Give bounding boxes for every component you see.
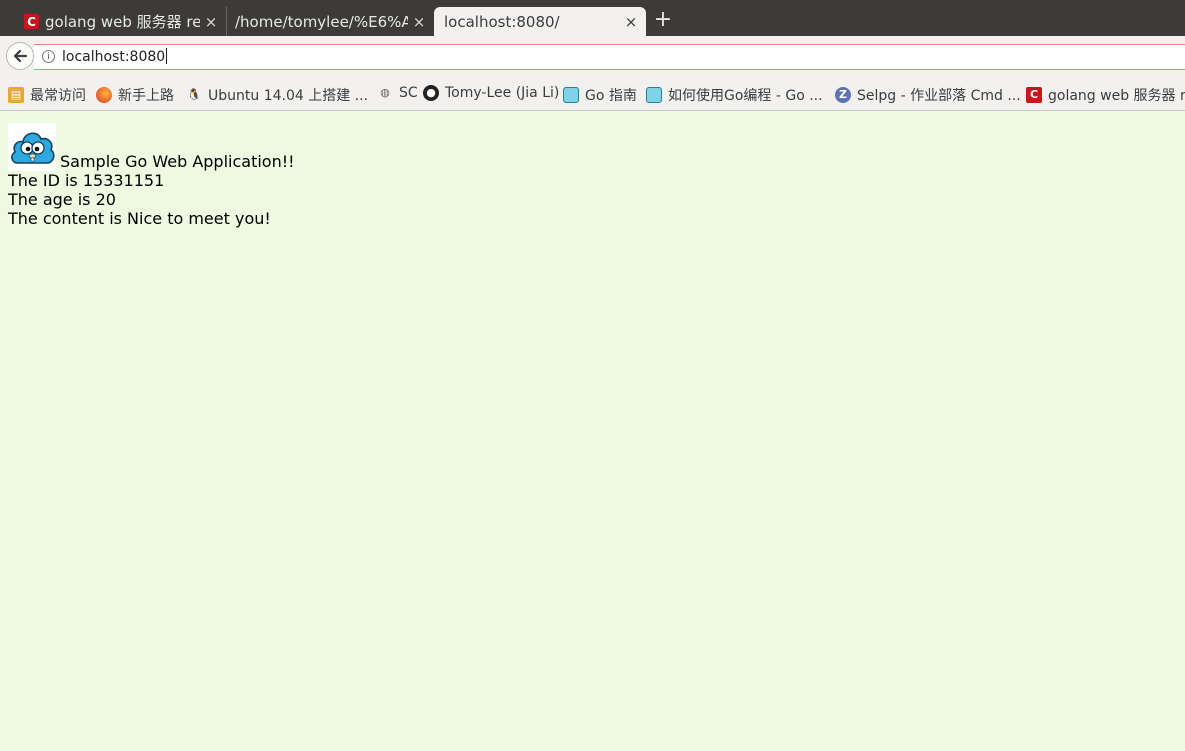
tab-home-tomylee[interactable]: /home/tomylee/%E6%A1% × [226, 7, 432, 36]
bookmark-how-to-go[interactable]: 如何使用Go编程 - Go ... [646, 85, 823, 105]
bookmark-label: Go 指南 [585, 88, 637, 104]
close-icon[interactable]: × [204, 13, 218, 31]
bookmark-label: Ubuntu 14.04 上搭建 ... [208, 88, 369, 104]
back-button[interactable] [6, 42, 34, 70]
bookmark-ubuntu[interactable]: 🐧 Ubuntu 14.04 上搭建 ... [186, 85, 368, 105]
close-icon[interactable]: × [624, 13, 638, 31]
id-text: The ID is 15331151 [8, 171, 165, 190]
age-text: The age is 20 [8, 190, 116, 209]
gopher-icon [646, 87, 662, 103]
tab-golang-web[interactable]: C golang web 服务器 request × [16, 7, 224, 36]
address-input[interactable]: localhost:8080 [62, 48, 167, 65]
bookmark-github[interactable]: ● Tomy-Lee (Jia Li) [423, 85, 559, 101]
cloud-gopher-logo [8, 123, 56, 171]
bookmark-sc[interactable]: ◍ SC [377, 85, 418, 101]
bookmark-getting-started[interactable]: 新手上路 [96, 85, 174, 105]
bookmark-label: 最常访问 [30, 88, 86, 104]
gopher-icon [563, 87, 579, 103]
content-text: The content is Nice to meet you! [8, 209, 271, 228]
back-arrow-icon [13, 49, 28, 63]
zybuluo-icon: Z [835, 87, 851, 103]
navigation-toolbar: i localhost:8080 [0, 36, 1185, 78]
new-tab-button[interactable]: + [652, 9, 674, 31]
bookmark-label: Tomy-Lee (Jia Li) [445, 85, 560, 101]
bookmark-label: Selpg - 作业部落 Cmd ... [857, 88, 1021, 104]
globe-icon: ◍ [380, 86, 390, 99]
bookmarks-toolbar: ▤ 最常访问 新手上路 🐧 Ubuntu 14.04 上搭建 ... ◍ SC … [0, 78, 1185, 111]
close-icon[interactable]: × [412, 13, 426, 31]
bookmark-golang-web[interactable]: C golang web 服务器 r [1026, 85, 1185, 105]
csdn-icon: C [1026, 87, 1042, 103]
info-icon[interactable]: i [42, 50, 55, 63]
firefox-icon [96, 87, 112, 103]
bookmark-label: SC [399, 85, 418, 101]
folder-icon: ▤ [8, 87, 24, 103]
page-content: Sample Go Web Application!! The ID is 15… [8, 118, 1178, 228]
bookmark-most-visited[interactable]: ▤ 最常访问 [8, 85, 86, 105]
bookmark-label: golang web 服务器 r [1048, 88, 1185, 104]
address-bar[interactable]: i localhost:8080 [34, 44, 1185, 70]
page-heading: Sample Go Web Application!! [8, 118, 1178, 171]
github-icon: ● [423, 85, 439, 101]
bookmark-selpg[interactable]: Z Selpg - 作业部落 Cmd ... [835, 85, 1021, 105]
tab-title: golang web 服务器 request [45, 13, 200, 31]
page-title: Sample Go Web Application!! [60, 152, 295, 171]
tab-localhost[interactable]: localhost:8080/ × [434, 7, 646, 36]
tab-bar: C golang web 服务器 request × /home/tomylee… [0, 0, 1185, 36]
tab-title: /home/tomylee/%E6%A1% [235, 12, 408, 31]
bookmark-label: 如何使用Go编程 - Go ... [668, 88, 823, 104]
tab-title: localhost:8080/ [444, 12, 560, 31]
bookmark-label: 新手上路 [118, 88, 174, 104]
tux-icon: 🐧 [187, 88, 201, 101]
bookmark-go-tour[interactable]: Go 指南 [563, 85, 637, 105]
csdn-icon: C [24, 14, 39, 29]
